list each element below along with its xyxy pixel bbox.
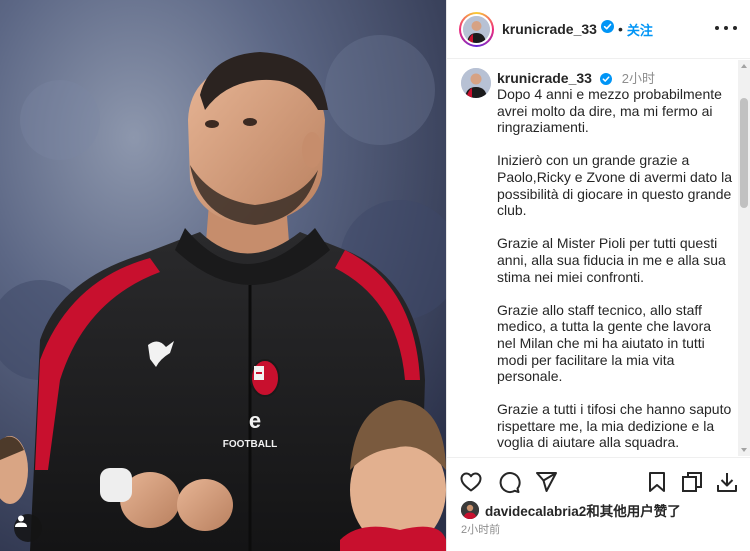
liker-avatar — [461, 501, 479, 519]
post-photo[interactable]: e FOOTBALL — [0, 0, 446, 551]
player-photo-illustration: e FOOTBALL — [0, 0, 446, 551]
comment-icon[interactable] — [497, 470, 521, 494]
caption-paragraph: Grazie allo staff tecnico, allo staff me… — [497, 301, 712, 385]
svg-text:e: e — [249, 408, 261, 433]
header-username[interactable]: krunicrade_33 — [502, 21, 597, 37]
scroll-thumb[interactable] — [740, 98, 748, 208]
post-timestamp: 2小时前 — [461, 524, 501, 536]
caption-area: krunicrade_33 2小时 Dopo 4 anni e mezzo pr… — [447, 60, 750, 456]
caption-paragraph: Grazie a tutti i tifosi che hanno saputo… — [497, 401, 732, 451]
caption-header: krunicrade_33 2小时 — [497, 68, 655, 88]
action-bar: davidecalabria2和其他用户赞了 2小时前 — [447, 457, 750, 551]
scrollbar[interactable] — [738, 60, 750, 456]
scroll-down-arrow-icon[interactable] — [741, 448, 747, 452]
bookmark-icon[interactable] — [645, 470, 669, 494]
user-tag-icon — [15, 515, 27, 527]
caption-paragraph: Inizierò con un grande grazie a Paolo,Ri… — [497, 152, 732, 219]
copy-icon[interactable] — [680, 470, 704, 494]
download-icon[interactable] — [715, 470, 739, 494]
post-side-panel: krunicrade_33 • 关注 krunicrade_33 2小时 Dop… — [446, 0, 750, 551]
caption-paragraph: Dopo 4 anni e mezzo probabilmente avrei … — [497, 86, 722, 136]
likes-text: davidecalabria2和其他用户赞了 — [485, 504, 681, 519]
caption-paragraph: Grazie al Mister Pioli per tutti questi … — [497, 235, 726, 285]
scroll-up-arrow-icon[interactable] — [741, 64, 747, 68]
user-tag-button[interactable] — [14, 514, 42, 542]
story-ring-avatar[interactable] — [459, 11, 494, 47]
caption-username[interactable]: krunicrade_33 — [497, 70, 592, 86]
svg-text:FOOTBALL: FOOTBALL — [223, 439, 277, 450]
separator: • — [617, 21, 623, 37]
club-crest-icon — [250, 359, 280, 397]
verified-badge-icon — [600, 20, 614, 38]
more-icon — [715, 26, 719, 30]
follow-button[interactable]: 关注 — [627, 20, 653, 39]
share-icon[interactable] — [534, 470, 558, 494]
caption-avatar[interactable] — [461, 68, 491, 98]
post-header: krunicrade_33 • 关注 — [447, 0, 750, 59]
caption-text: Dopo 4 anni e mezzo probabilmente avrei … — [497, 86, 733, 456]
likes-summary[interactable]: davidecalabria2和其他用户赞了 — [461, 500, 681, 520]
heart-icon[interactable] — [459, 470, 483, 494]
avatar — [463, 15, 490, 43]
caption-time: 2小时 — [621, 71, 655, 86]
more-options-button[interactable] — [715, 20, 737, 36]
